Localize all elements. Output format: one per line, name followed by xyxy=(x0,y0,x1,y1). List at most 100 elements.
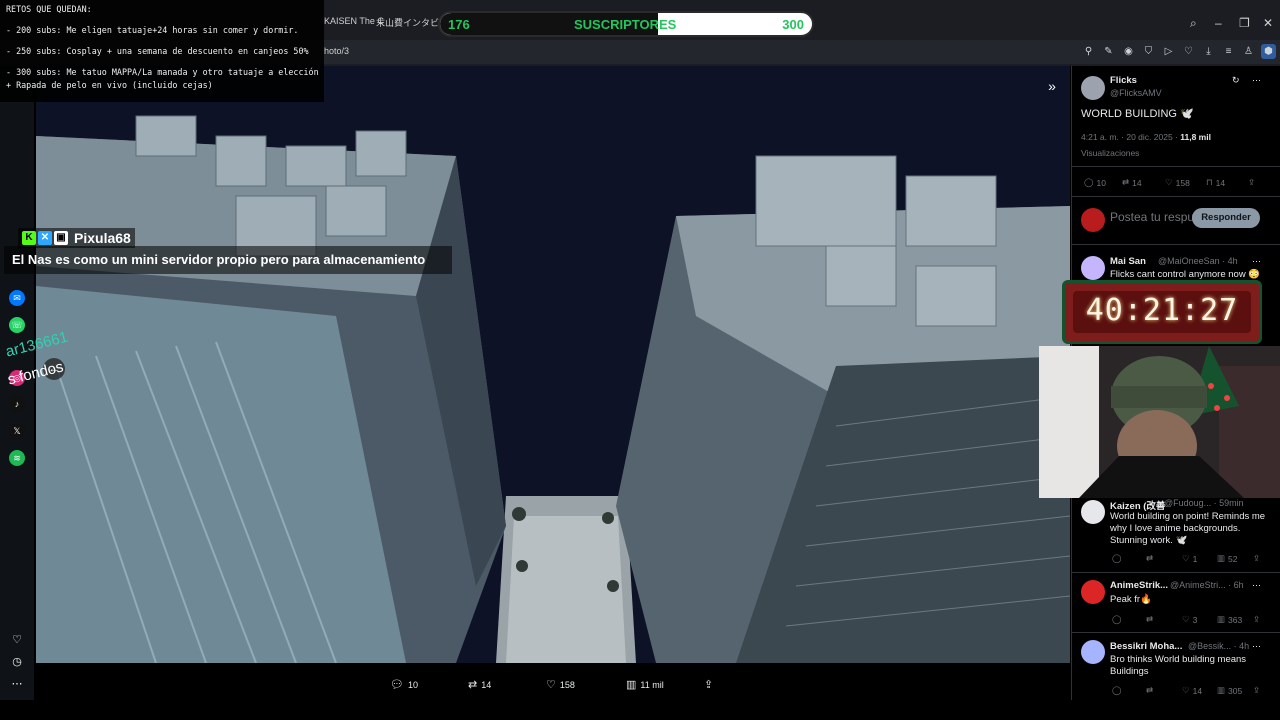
author-name[interactable]: Flicks xyxy=(1110,75,1137,86)
reply-submit-button[interactable]: Responder xyxy=(1192,208,1260,228)
tiktok-icon[interactable]: ♪ xyxy=(9,396,25,412)
reply-views-count: 52 xyxy=(1228,553,1238,564)
reply-name[interactable]: Kaizen (改善 xyxy=(1110,498,1165,512)
reply-share-icon[interactable]: ⇪ xyxy=(1253,685,1260,696)
tweet-view-count: 11,8 mil xyxy=(1180,132,1211,142)
like-count: 158 xyxy=(559,679,575,690)
reply-text: Bro thinks World building means Building… xyxy=(1110,654,1247,677)
x-icon[interactable]: 𝕏 xyxy=(9,423,25,439)
shield-icon[interactable]: ⛉ xyxy=(1141,44,1156,59)
extension-icon[interactable]: ⬢ xyxy=(1261,44,1276,59)
verified-badge-icon: ▣ xyxy=(54,231,68,245)
chat-user-row: K ✕ ▣ Pixula68 xyxy=(18,228,135,248)
reply-repost-icon[interactable]: ⇄ xyxy=(1146,614,1153,625)
challenge-300: - 300 subs: Me tatuo MAPPA/La manada y o… xyxy=(6,66,319,77)
views-icon: ▥ xyxy=(626,679,637,691)
reply-action[interactable]: 💬︎ 10 xyxy=(390,678,418,691)
close-icon[interactable]: ✕ xyxy=(1263,16,1273,30)
reply-reply-icon[interactable]: ◯ xyxy=(1112,614,1122,625)
heart-rail-icon[interactable]: ♡ xyxy=(9,632,25,648)
views-count: 11 mil xyxy=(640,679,664,690)
subscriber-badge-icon: ✕ xyxy=(38,231,52,245)
reply-handle[interactable]: @MaiOneeSan · 4h xyxy=(1158,256,1238,266)
repost-action[interactable]: ⇄ 14 xyxy=(468,678,491,691)
more-icon[interactable]: ⋯ xyxy=(9,676,25,692)
expand-icon[interactable]: » xyxy=(1042,78,1062,96)
zoom-icon[interactable]: ⚲ xyxy=(1081,44,1096,59)
challenge-300-extra: + Rapada de pelo en vivo (incluido cejas… xyxy=(6,79,213,90)
reply-views-stat[interactable]: ▥ 305 xyxy=(1217,685,1242,696)
reply-more-icon[interactable]: ⋯ xyxy=(1252,256,1261,267)
reply-like-stat[interactable]: ♡ 3 xyxy=(1182,614,1197,625)
tweet-media-image[interactable] xyxy=(36,66,1070,663)
tweet-reply-stat[interactable]: ◯ 10 xyxy=(1084,177,1106,188)
reply-name[interactable]: Bessikri Moha... xyxy=(1110,641,1182,652)
challenge-200: - 200 subs: Me eligen tatuaje+24 horas s… xyxy=(6,24,299,35)
reply-repost-icon[interactable]: ⇄ xyxy=(1146,685,1153,696)
url-text[interactable]: hoto/3 xyxy=(324,46,349,56)
tweet-share-stat[interactable]: ⇪ xyxy=(1248,177,1255,188)
like-icon: ♡ xyxy=(1182,553,1190,563)
tab-kaisen[interactable]: KAISEN The C xyxy=(324,16,384,26)
my-avatar xyxy=(1081,208,1105,232)
reply-more-icon[interactable]: ⋯ xyxy=(1252,641,1261,652)
reply-avatar[interactable] xyxy=(1081,256,1105,280)
reply-views-stat[interactable]: ▥ 52 xyxy=(1217,553,1238,564)
author-handle[interactable]: @FlicksAMV xyxy=(1110,88,1162,98)
reply-like-count: 1 xyxy=(1192,553,1198,564)
like-action[interactable]: ♡ 158 xyxy=(546,678,575,691)
tweet-like-stat[interactable]: ♡ 158 xyxy=(1165,177,1190,188)
messenger-icon[interactable]: ✉ xyxy=(9,290,25,306)
tweet-repost-stat[interactable]: ⇄ 14 xyxy=(1122,177,1142,188)
reply-repost-icon[interactable]: ⇄ xyxy=(1146,553,1153,564)
edit-icon[interactable]: ✎ xyxy=(1101,44,1116,59)
reply-share-icon[interactable]: ⇪ xyxy=(1253,553,1260,564)
reply-more-icon[interactable]: ⋯ xyxy=(1252,580,1261,591)
reply-avatar[interactable] xyxy=(1081,580,1105,604)
grok-icon[interactable]: ↻ xyxy=(1232,75,1240,86)
download-icon[interactable]: ⤓ xyxy=(1201,44,1216,59)
user-icon[interactable]: ♙ xyxy=(1241,44,1256,59)
reply-reply-icon[interactable]: ◯ xyxy=(1112,685,1122,696)
reply-like-stat[interactable]: ♡ 14 xyxy=(1182,685,1202,696)
tab-interview[interactable]: 末山費インタビ xyxy=(376,16,439,29)
reply-like-count: 3 xyxy=(1192,614,1198,625)
maximize-icon[interactable]: ❐ xyxy=(1239,16,1250,30)
chat-username: Pixula68 xyxy=(74,230,131,246)
views-action[interactable]: ▥ 11 mil xyxy=(626,678,664,691)
author-avatar[interactable] xyxy=(1081,76,1105,100)
heart-icon[interactable]: ♡ xyxy=(1181,44,1196,59)
tweet-bookmark-stat[interactable]: ⊓ 14 xyxy=(1206,177,1225,188)
reply-handle[interactable]: @AnimeStri... · 6h xyxy=(1170,580,1244,590)
share-action[interactable]: ⇪ xyxy=(704,678,713,691)
menu-icon[interactable]: ≡ xyxy=(1221,44,1236,59)
whatsapp-icon[interactable]: ☏ xyxy=(9,317,25,333)
reply-name[interactable]: Mai San xyxy=(1110,256,1146,267)
reply-name[interactable]: AnimeStrik... xyxy=(1110,580,1168,591)
minimize-icon[interactable]: – xyxy=(1215,16,1222,30)
tweet-more-icon[interactable]: ⋯ xyxy=(1252,75,1261,86)
views-icon: ▥ xyxy=(1217,553,1226,563)
reply-handle[interactable]: @Fudoug... · 59min xyxy=(1164,498,1244,508)
divider xyxy=(1072,632,1280,633)
reply-reply-icon[interactable]: ◯ xyxy=(1112,553,1122,564)
reply-views-stat[interactable]: ▥ 363 xyxy=(1217,614,1242,625)
spotify-icon[interactable]: ≋ xyxy=(9,450,25,466)
reply-share-icon[interactable]: ⇪ xyxy=(1253,614,1260,625)
reply-handle[interactable]: @Bessik... · 4h xyxy=(1188,641,1249,651)
countdown-timer: 40:21:27 xyxy=(1062,280,1262,344)
reply-views-count: 305 xyxy=(1228,685,1243,696)
media-action-bar: 💬︎ 10 ⇄ 14 ♡ 158 ▥ 11 mil ⇪ xyxy=(36,668,1070,702)
tweet-timestamp: 4:21 a. m. · 20 dic. 2025 · 11,8 mil xyxy=(1081,132,1211,142)
webcam-feed xyxy=(1039,346,1280,498)
history-icon[interactable]: ◷ xyxy=(9,654,25,670)
divider xyxy=(1072,196,1280,197)
like-icon: ♡ xyxy=(1182,614,1190,624)
reply-avatar[interactable] xyxy=(1081,500,1105,524)
reply-like-stat[interactable]: ♡ 1 xyxy=(1182,553,1197,564)
search-icon[interactable]: ⌕ xyxy=(1190,16,1197,31)
play-icon[interactable]: ▷ xyxy=(1161,44,1176,59)
reply-avatar[interactable] xyxy=(1081,640,1105,664)
tweet-reply-count: 10 xyxy=(1096,177,1106,188)
camera-icon[interactable]: ◉ xyxy=(1121,44,1136,59)
